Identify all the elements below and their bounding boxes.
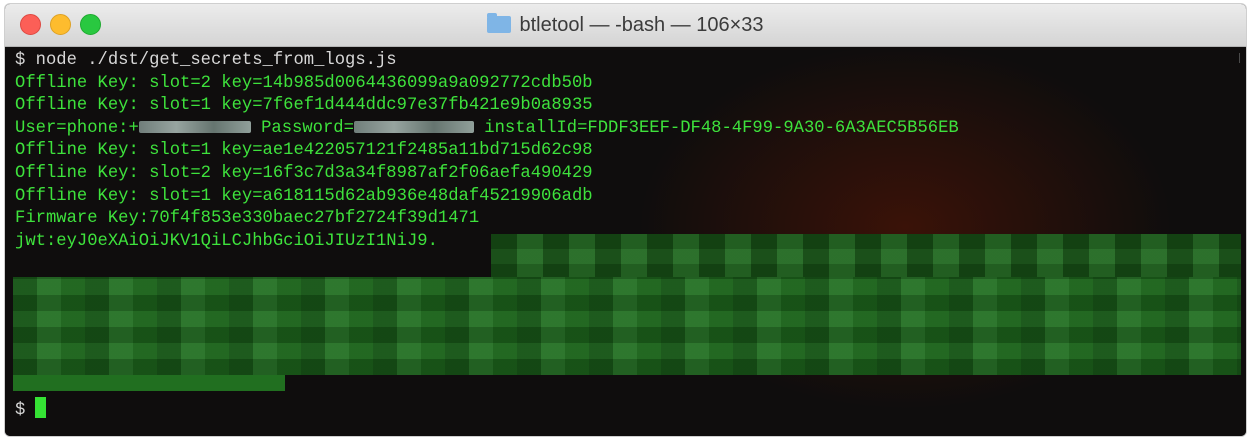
title-bar[interactable]: btletool — -bash — 106×33 (5, 4, 1246, 47)
install-id: installId=FDDF3EEF-DF48-4F99-9A30-6A3AEC… (473, 118, 959, 138)
scrollbar[interactable] (1233, 53, 1240, 63)
redacted-phone (138, 121, 251, 134)
redacted-password (353, 121, 474, 134)
shell-prompt[interactable]: $ (15, 397, 47, 420)
output-line: Offline Key: slot=1 key=7f6ef1d444ddc97e… (15, 96, 593, 116)
output-line: Firmware Key:70f4f853e330baec27bf2724f39… (15, 209, 480, 229)
redacted-jwt-body (13, 277, 1241, 375)
output-line: Offline Key: slot=2 key=14b985d006443609… (15, 73, 593, 93)
jwt-line: jwt:eyJ0eXAiOiJKV1QiLCJhbGciOiJIUzI1NiJ9… (15, 231, 438, 251)
cursor (35, 397, 47, 418)
terminal-lines: $ node ./dst/get_secrets_from_logs.js Of… (15, 50, 959, 253)
window-title: btletool — -bash — 106×33 (519, 14, 764, 36)
terminal-window: btletool — -bash — 106×33 $ node ./dst/g… (5, 4, 1246, 436)
password-label: Password= (250, 118, 354, 138)
user-phone-label: User=phone:+ (15, 118, 139, 138)
window-title-container: btletool — -bash — 106×33 (5, 13, 1246, 37)
output-line: Offline Key: slot=1 key=a618115d62ab936e… (15, 186, 593, 206)
output-line: Offline Key: slot=1 key=ae1e422057121f24… (15, 141, 593, 161)
user-credentials-line: User=phone:+ Password= installId=FDDF3EE… (15, 118, 959, 141)
redacted-jwt-tail (13, 375, 285, 391)
command-line: $ node ./dst/get_secrets_from_logs.js (15, 51, 397, 70)
terminal-output-area[interactable]: $ node ./dst/get_secrets_from_logs.js Of… (5, 47, 1246, 436)
folder-icon (487, 13, 512, 33)
prompt-symbol: $ (15, 401, 26, 420)
output-line: Offline Key: slot=2 key=16f3c7d3a34f8987… (15, 163, 593, 183)
